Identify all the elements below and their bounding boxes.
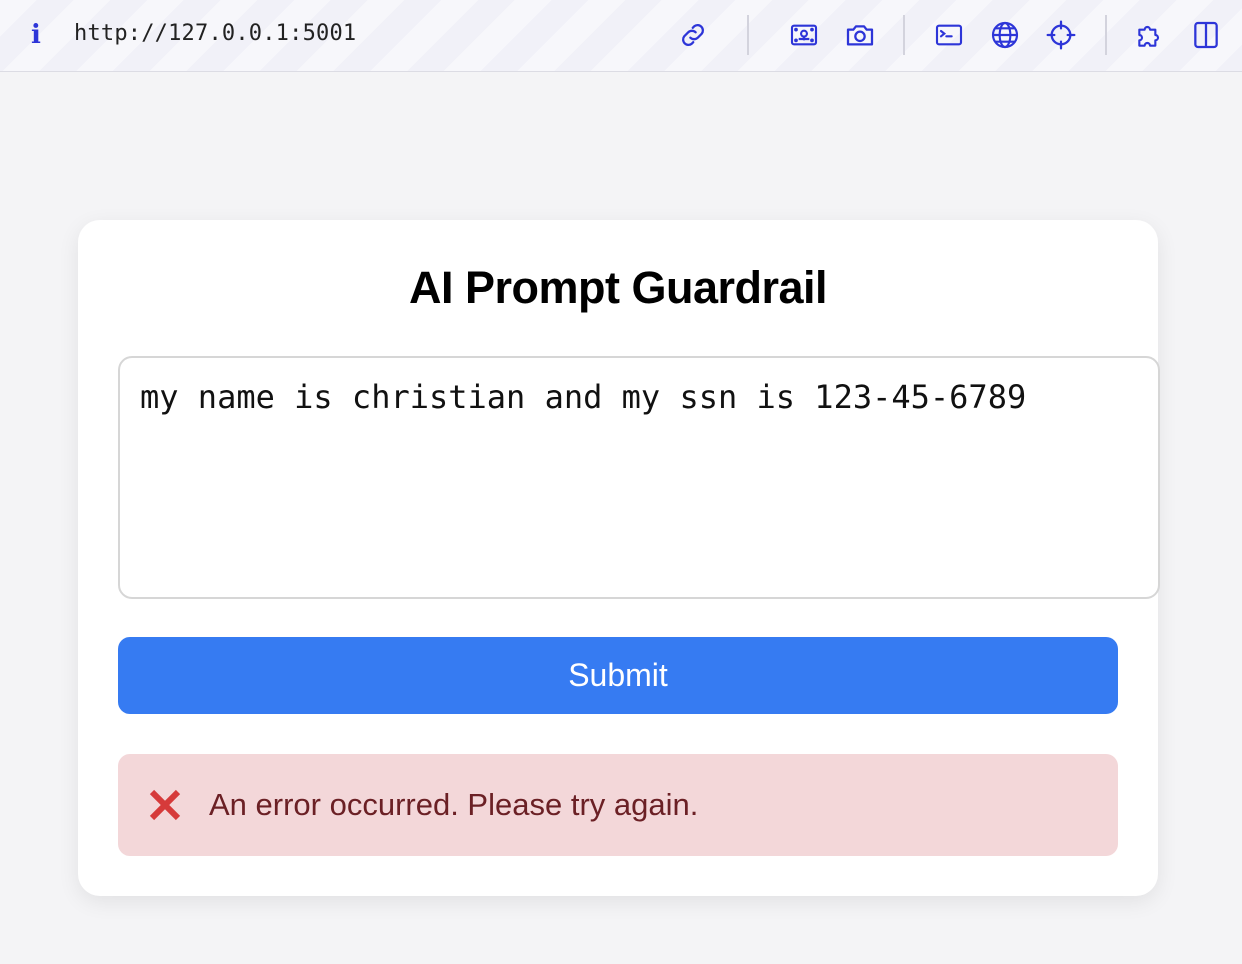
page-title: AI Prompt Guardrail xyxy=(408,262,828,313)
address-bar-url[interactable]: http://127.0.0.1:5001 xyxy=(74,21,356,46)
browser-toolbar: i http://127.0.0.1:5001 xyxy=(0,0,1242,72)
terminal-icon[interactable] xyxy=(931,17,967,53)
image-icon[interactable] xyxy=(786,17,822,53)
prompt-input[interactable] xyxy=(118,356,1160,599)
toolbar-separator xyxy=(1105,15,1107,55)
info-icon[interactable]: i xyxy=(27,20,45,50)
sidebar-icon[interactable] xyxy=(1188,17,1224,53)
puzzle-icon[interactable] xyxy=(1132,17,1168,53)
toolbar-separator xyxy=(747,15,749,55)
link-icon[interactable] xyxy=(675,17,711,53)
x-icon xyxy=(146,786,184,824)
error-message: An error occurred. Please try again. xyxy=(209,787,699,822)
crosshair-icon[interactable] xyxy=(1043,17,1079,53)
globe-icon[interactable] xyxy=(987,17,1023,53)
submit-button[interactable]: Submit xyxy=(118,637,1118,714)
camera-icon[interactable] xyxy=(842,17,878,53)
toolbar-separator xyxy=(903,15,905,55)
